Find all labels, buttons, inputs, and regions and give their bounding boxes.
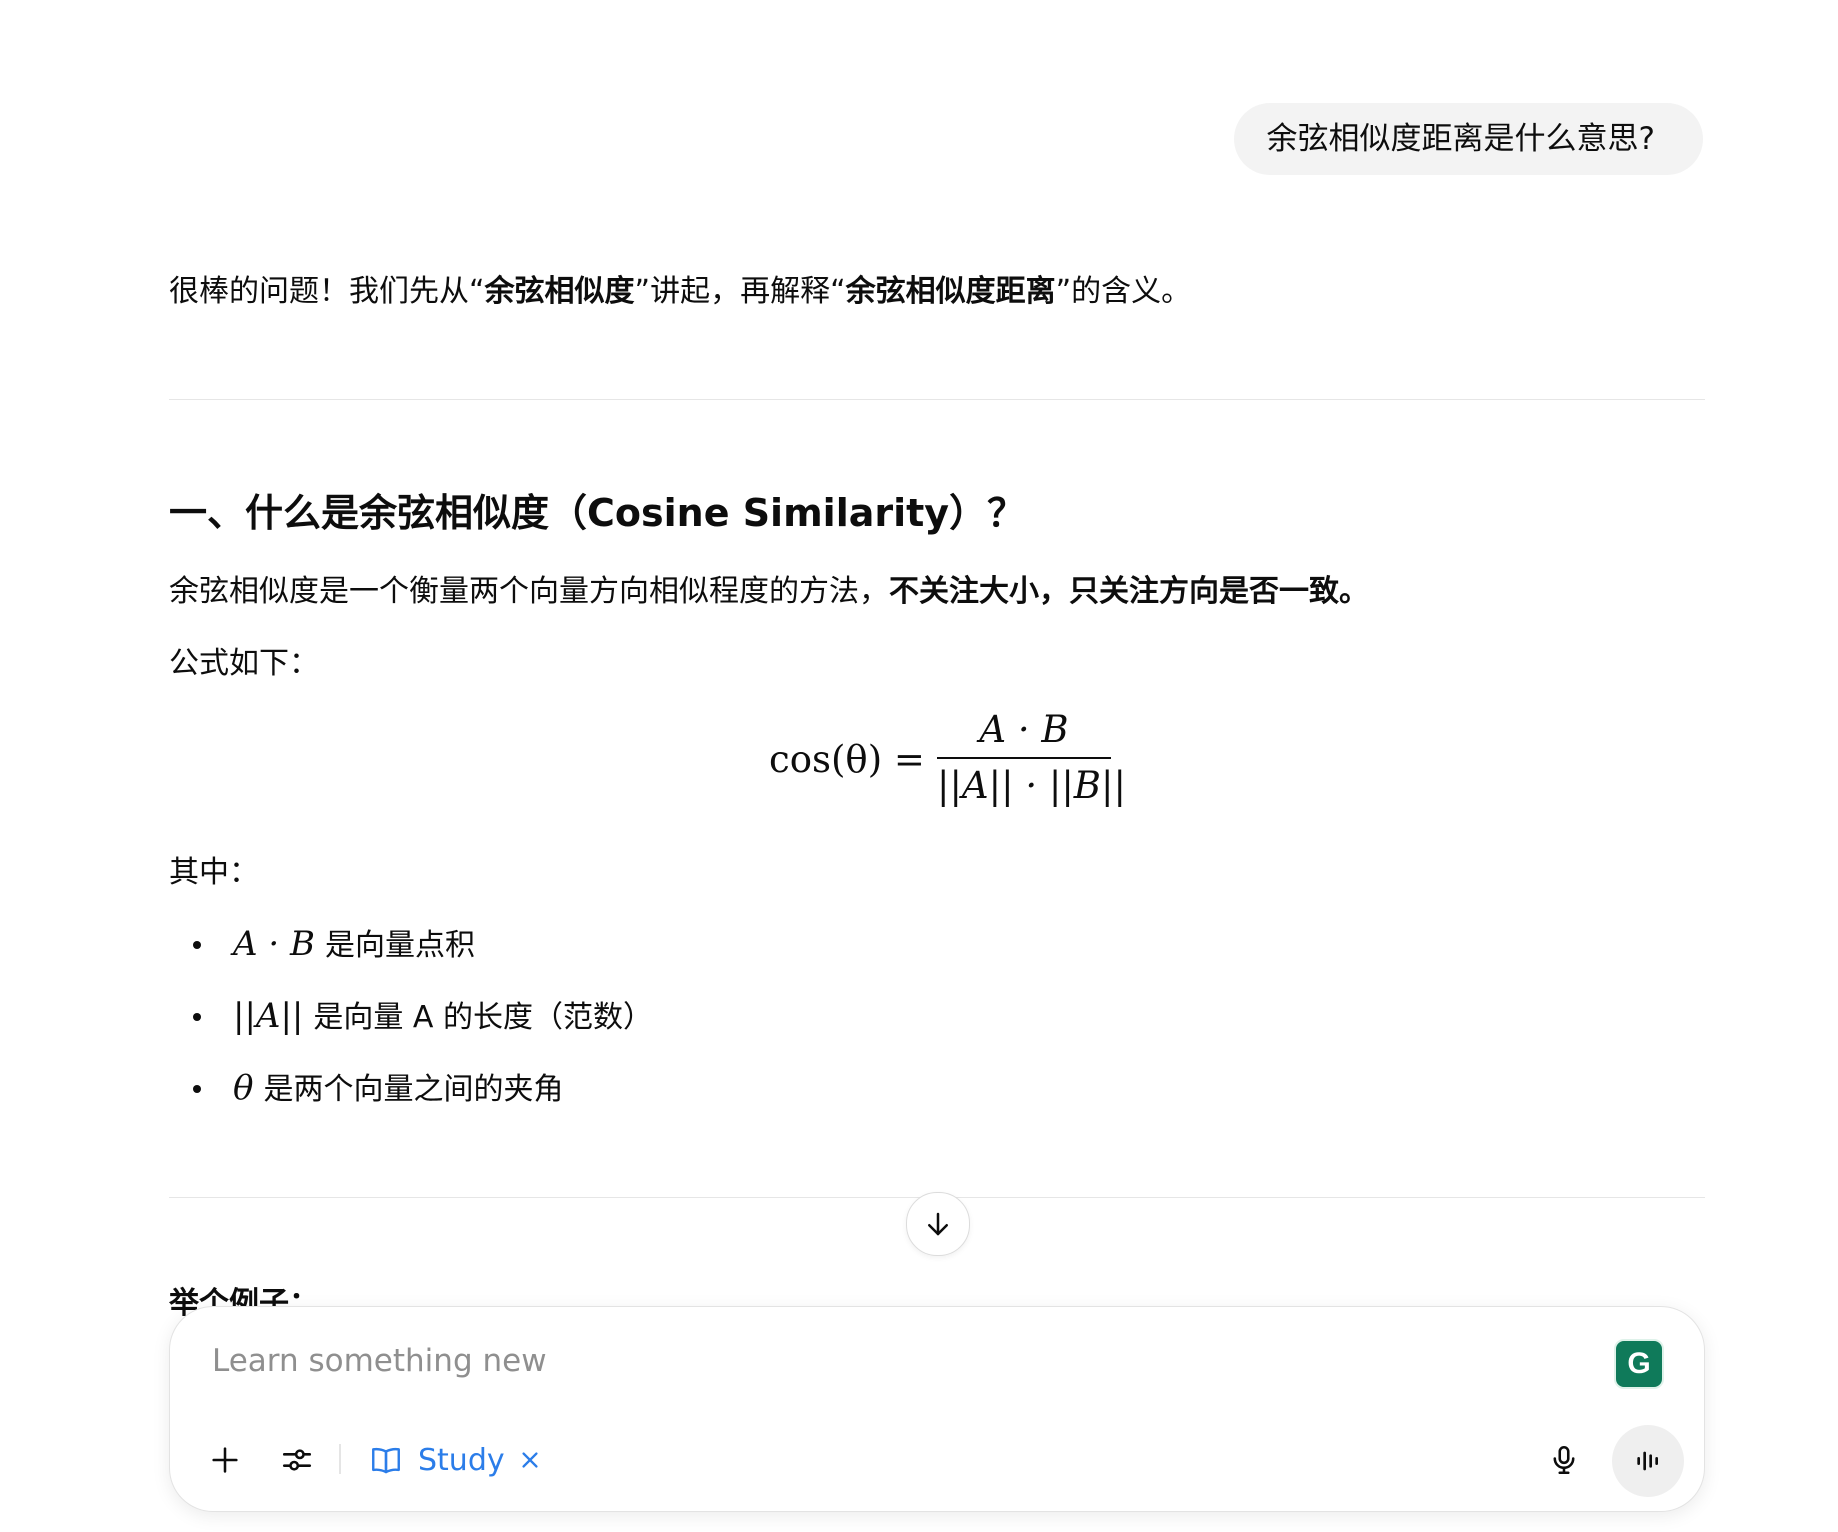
answer-intro: 很棒的问题！我们先从“余弦相似度”讲起，再解释“余弦相似度距离”的含义。 [169, 270, 1191, 314]
toolbar-separator [339, 1444, 341, 1474]
intro-pre: 很棒的问题！我们先从“ [169, 274, 485, 309]
list-item-math: ||A|| [233, 996, 304, 1036]
scroll-to-bottom-button[interactable] [906, 1192, 970, 1256]
user-message-text: 余弦相似度距离是什么意思? [1266, 121, 1655, 157]
close-icon[interactable] [519, 1449, 541, 1471]
list-item: A · B 是向量点积 [169, 916, 653, 988]
bullet-dot [193, 1085, 201, 1093]
message-composer: Learn something new G Study [169, 1306, 1705, 1512]
list-item-math: θ [233, 1068, 254, 1108]
formula-fraction: A · B ||A|| · ||B|| [937, 705, 1126, 811]
formula-numerator: A · B [979, 708, 1069, 751]
list-item-text: 是向量点积 [324, 928, 475, 963]
formula-lhs: cos(θ) = [769, 738, 925, 781]
dictate-button[interactable] [1539, 1435, 1589, 1485]
fraction-bar [937, 757, 1111, 759]
intro-post: ”的含义。 [1055, 274, 1192, 309]
definition-list: A · B 是向量点积 ||A|| 是向量 A 的长度（范数） θ 是两个向量之间的夹… [169, 916, 653, 1132]
formula-label: 公式如下： [169, 646, 319, 681]
list-item: θ 是两个向量之间的夹角 [169, 1060, 653, 1132]
list-item-text: 是向量 A 的长度（范数） [313, 1000, 653, 1035]
intro-mid: ”讲起，再解释“ [634, 274, 846, 309]
book-icon [368, 1443, 404, 1477]
chat-viewport: 余弦相似度距离是什么意思? 很棒的问题！我们先从“余弦相似度”讲起，再解释“余弦… [0, 0, 1838, 1532]
composer-input[interactable]: Learn something new [212, 1343, 547, 1379]
bullet-dot [193, 1013, 201, 1021]
arrow-down-icon [923, 1209, 953, 1239]
intro-bold-term-2: 余弦相似度距离 [845, 274, 1056, 309]
cosine-formula: cos(θ) = A · B ||A|| · ||B|| [769, 705, 1289, 815]
microphone-icon [1547, 1443, 1581, 1477]
list-item-text: 是两个向量之间的夹角 [263, 1072, 564, 1107]
study-mode-label: Study [418, 1442, 505, 1478]
definition-bold: 不关注大小，只关注方向是否一致。 [889, 574, 1369, 609]
voice-mode-button[interactable] [1612, 1425, 1684, 1497]
definition-paragraph: 余弦相似度是一个衡量两个向量方向相似程度的方法，不关注大小，只关注方向是否一致。 [169, 570, 1369, 614]
section-divider [169, 399, 1705, 400]
formula-denominator: ||A|| · ||B|| [937, 764, 1126, 807]
grammarly-icon[interactable]: G [1614, 1339, 1664, 1389]
study-mode-pill[interactable]: Study [368, 1433, 541, 1487]
tools-button[interactable] [272, 1435, 322, 1485]
voice-waveform-icon [1632, 1445, 1664, 1477]
bullet-dot [193, 941, 201, 949]
definition-text: 余弦相似度是一个衡量两个向量方向相似程度的方法， [169, 574, 889, 609]
section-heading: 一、什么是余弦相似度（Cosine Similarity）？ [169, 491, 1026, 535]
sliders-icon [280, 1443, 314, 1477]
list-item: ||A|| 是向量 A 的长度（范数） [169, 988, 653, 1060]
add-attachment-button[interactable] [200, 1435, 250, 1485]
user-message-bubble: 余弦相似度距离是什么意思? [1233, 103, 1703, 175]
list-item-math: A · B [233, 924, 315, 964]
bottom-fade [0, 1512, 1838, 1532]
plus-icon [208, 1443, 242, 1477]
intro-bold-term-1: 余弦相似度 [484, 274, 635, 309]
where-label: 其中： [169, 855, 259, 890]
